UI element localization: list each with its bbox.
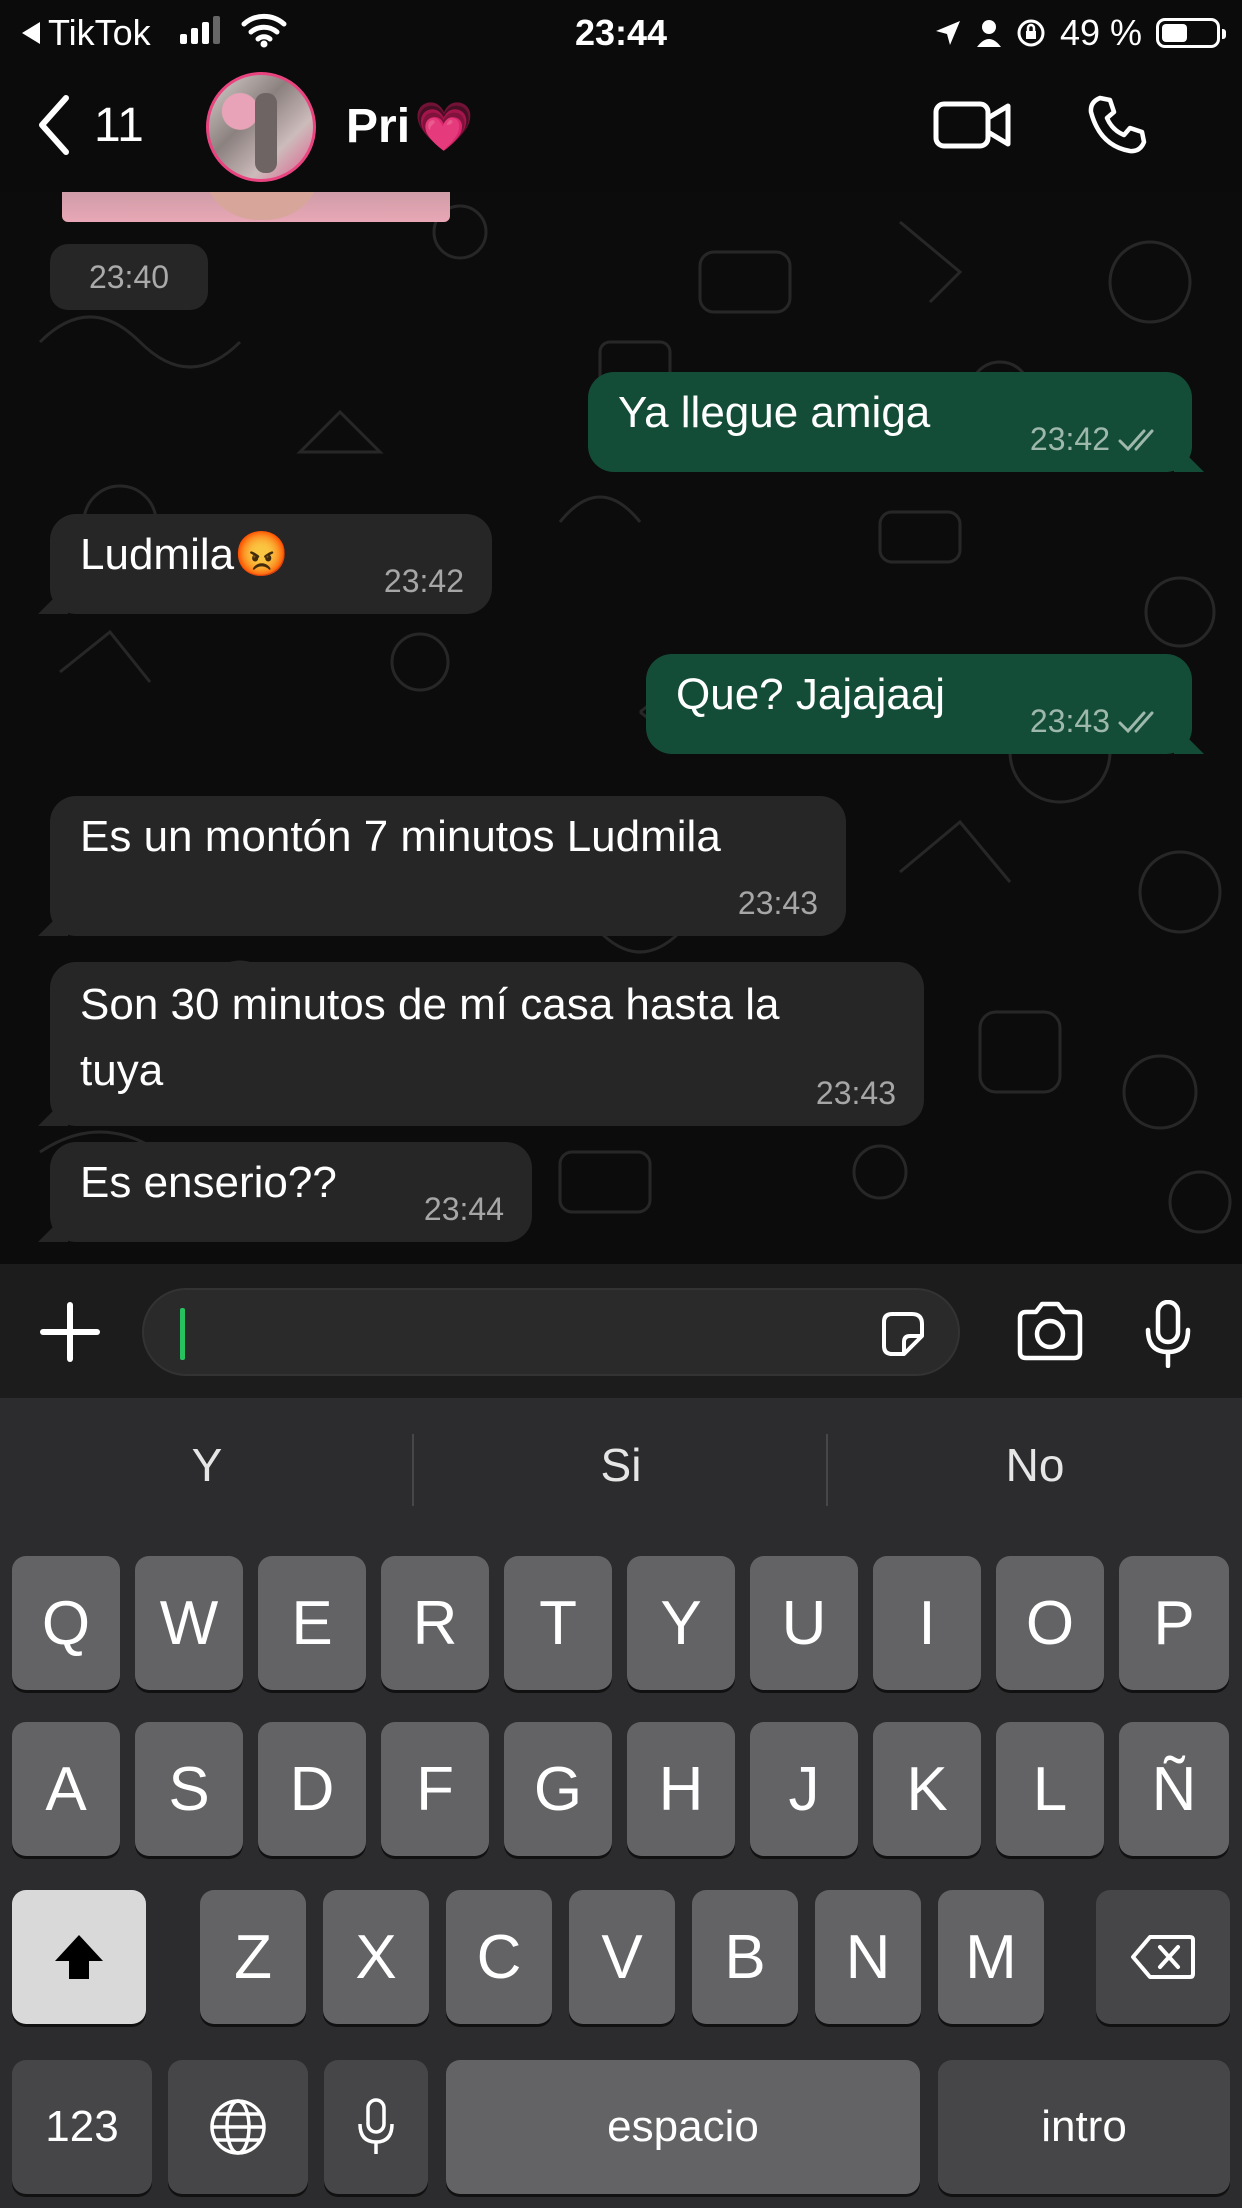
message-meta: 23:43 <box>1030 703 1164 740</box>
heart-emoji: 💗 <box>414 101 474 154</box>
message-bubble-incoming[interactable]: Ludmila😡 23:42 <box>38 514 492 614</box>
key-n[interactable]: N <box>815 1890 921 2024</box>
key-o[interactable]: O <box>996 1556 1104 1690</box>
chat-header: 11 Pri 💗 <box>0 62 1242 192</box>
message-text: Ludmila😡 <box>80 530 289 579</box>
message-input[interactable] <box>142 1288 960 1376</box>
chat-area[interactable]: 23:40 Ya llegue amiga 23:42 Ludmila😡 23:… <box>0 192 1242 1264</box>
person-icon <box>976 20 1001 47</box>
microphone-icon[interactable] <box>1140 1300 1196 1368</box>
unread-count: 11 <box>94 98 144 152</box>
text-caret <box>180 1308 185 1360</box>
key-w[interactable]: W <box>135 1556 243 1690</box>
key-e[interactable]: E <box>258 1556 366 1690</box>
message-text: Ya llegue amiga <box>618 388 931 437</box>
sticker-icon[interactable] <box>876 1308 928 1360</box>
rotation-lock-icon <box>1017 19 1045 47</box>
key-f[interactable]: F <box>381 1722 489 1856</box>
avatar[interactable] <box>206 72 316 182</box>
key-t[interactable]: T <box>504 1556 612 1690</box>
return-key[interactable]: intro <box>938 2060 1230 2194</box>
read-receipt-icon <box>1118 429 1154 451</box>
keyboard: Y Si No Q W E R T Y U I O P A S D F G H … <box>0 1398 1242 2208</box>
message-time: 23:43 <box>1029 703 1110 739</box>
contact-name-text: Pri <box>346 100 411 153</box>
chevron-left-icon <box>39 95 69 155</box>
key-d[interactable]: D <box>258 1722 366 1856</box>
location-arrow-icon <box>935 21 960 45</box>
key-v[interactable]: V <box>569 1890 675 2024</box>
suggestion-3[interactable]: No <box>828 1438 1242 1492</box>
key-k[interactable]: K <box>873 1722 981 1856</box>
backspace-key[interactable] <box>1096 1890 1230 2024</box>
microphone-icon <box>358 2098 394 2154</box>
shift-arrow-icon <box>55 1935 103 1979</box>
key-q[interactable]: Q <box>12 1556 120 1690</box>
key-i[interactable]: I <box>873 1556 981 1690</box>
key-z[interactable]: Z <box>200 1890 306 2024</box>
numbers-key[interactable]: 123 <box>12 2060 152 2194</box>
backspace-icon <box>1131 1935 1195 1979</box>
message-time: 23:44 <box>423 1191 504 1227</box>
attach-plus-icon[interactable] <box>38 1300 102 1364</box>
phone-icon[interactable] <box>1086 94 1148 156</box>
message-bubble-incoming[interactable]: Son 30 minutos de mí casa hasta la tuya … <box>38 962 924 1126</box>
suggestion-1[interactable]: Y <box>0 1438 414 1492</box>
key-m[interactable]: M <box>938 1890 1044 2024</box>
read-receipt-icon <box>1118 711 1154 733</box>
angry-emoji: 😡 <box>234 530 289 579</box>
message-time: 23:42 <box>1029 421 1110 457</box>
message-bubble-incoming[interactable]: Es enserio?? 23:44 <box>38 1142 532 1242</box>
dictation-key[interactable] <box>324 2060 428 2194</box>
battery-icon <box>1156 18 1226 48</box>
space-key[interactable]: espacio <box>446 2060 920 2194</box>
message-bubble-outgoing[interactable]: Que? Jajajaaj 23:43 <box>646 654 1204 754</box>
camera-icon[interactable] <box>1014 1300 1086 1364</box>
status-bar: TikTok 23:44 49 % <box>0 0 1242 62</box>
message-text: Que? Jajajaaj <box>676 670 946 719</box>
back-button[interactable]: 11 <box>36 94 144 156</box>
key-l[interactable]: L <box>996 1722 1104 1856</box>
suggestion-2[interactable]: Si <box>414 1438 828 1492</box>
message-time: 23:43 <box>815 1075 896 1111</box>
key-p[interactable]: P <box>1119 1556 1229 1690</box>
message-bubble-incoming[interactable]: Es un montón 7 minutos Ludmila 23:43 <box>38 796 846 936</box>
key-h[interactable]: H <box>627 1722 735 1856</box>
status-right: 49 % <box>934 12 1226 54</box>
message-time: 23:42 <box>383 563 464 599</box>
key-b[interactable]: B <box>692 1890 798 2024</box>
shared-image[interactable] <box>62 192 450 222</box>
key-a[interactable]: A <box>12 1722 120 1856</box>
key-j[interactable]: J <box>750 1722 858 1856</box>
shift-key[interactable] <box>12 1890 146 2024</box>
message-text: Es enserio?? <box>80 1158 337 1207</box>
composer-bar <box>0 1264 1242 1398</box>
globe-key[interactable] <box>168 2060 308 2194</box>
key-g[interactable]: G <box>504 1722 612 1856</box>
message-time: 23:43 <box>737 885 818 921</box>
message-text-line-2: tuya <box>80 1046 164 1095</box>
key-c[interactable]: C <box>446 1890 552 2024</box>
contact-name[interactable]: Pri 💗 <box>346 98 474 155</box>
key-s[interactable]: S <box>135 1722 243 1856</box>
message-text-line-1: Son 30 minutos de mí casa hasta la <box>80 980 780 1029</box>
key-y[interactable]: Y <box>627 1556 735 1690</box>
image-timestamp: 23:40 <box>50 244 208 310</box>
video-call-icon[interactable] <box>932 94 1012 156</box>
key-enye[interactable]: Ñ <box>1119 1722 1229 1856</box>
key-u[interactable]: U <box>750 1556 858 1690</box>
globe-icon <box>210 2099 266 2155</box>
battery-percent: 49 % <box>1059 12 1142 53</box>
message-text: Es un montón 7 minutos Ludmila <box>80 812 721 861</box>
message-meta: 23:42 <box>1030 421 1164 458</box>
key-x[interactable]: X <box>323 1890 429 2024</box>
message-bubble-outgoing[interactable]: Ya llegue amiga 23:42 <box>588 372 1204 472</box>
suggestion-bar: Y Si No <box>0 1398 1242 1546</box>
key-r[interactable]: R <box>381 1556 489 1690</box>
